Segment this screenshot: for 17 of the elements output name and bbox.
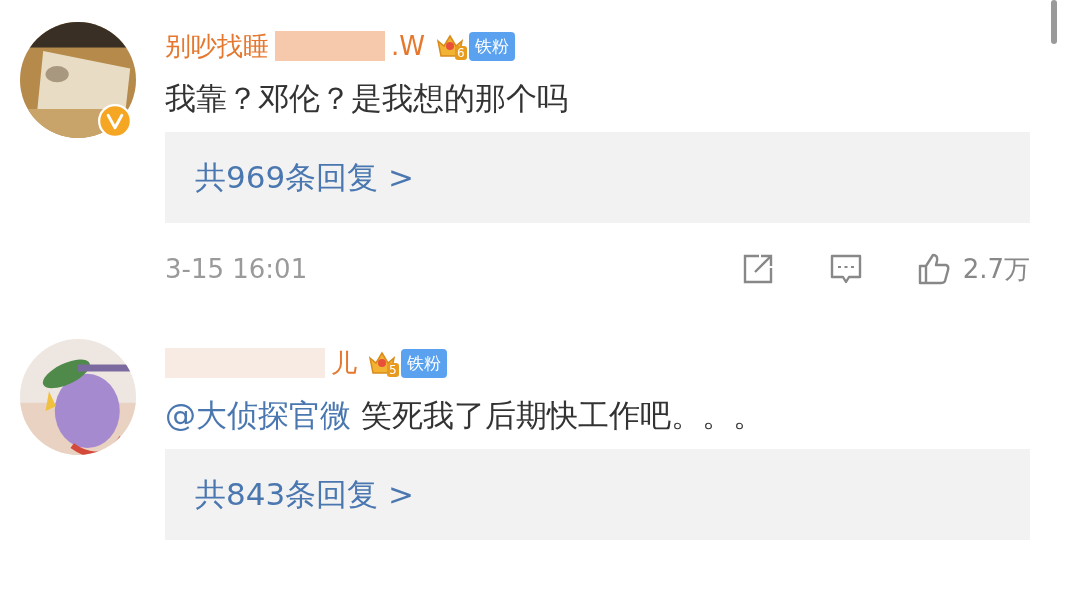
fan-badge: 铁粉 xyxy=(400,348,447,378)
replies-button[interactable]: 共969条回复 > xyxy=(165,132,1030,223)
comment-time: 3-15 16:01 xyxy=(165,254,308,284)
like-icon[interactable] xyxy=(916,252,951,286)
scrollbar[interactable] xyxy=(1051,0,1057,44)
user-name[interactable]: 儿 xyxy=(331,345,357,381)
verified-icon xyxy=(98,104,132,138)
replies-button[interactable]: 共843条回复 > xyxy=(165,449,1030,540)
mention-link[interactable]: @大侦探官微 xyxy=(165,397,351,433)
comment-body: 笑死我了后期快工作吧。。。 xyxy=(359,397,764,433)
fan-level: 5 xyxy=(387,363,399,377)
like-count: 2.7万 xyxy=(962,252,1030,286)
user-name[interactable]: .W xyxy=(391,31,425,61)
fan-badge: 铁粉 xyxy=(468,31,515,61)
comment-icon[interactable] xyxy=(828,252,863,286)
user-name[interactable]: 别吵找睡 xyxy=(165,28,269,64)
comment-body: 我靠？邓伦？是我想的那个吗 xyxy=(165,80,568,116)
